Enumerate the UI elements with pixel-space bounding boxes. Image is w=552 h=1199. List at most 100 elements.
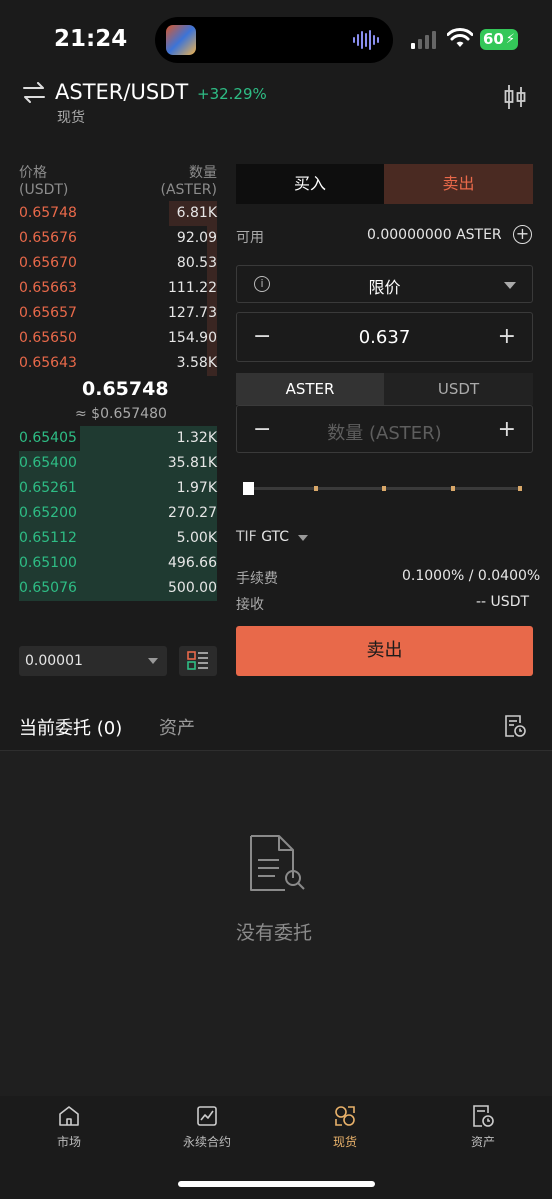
home-indicator[interactable] [178,1181,375,1187]
nav-item-assets[interactable]: 资产 [438,1104,528,1150]
swap-pair-icon[interactable] [22,82,46,104]
tif-label: TIF [236,529,257,545]
slider-tick-25[interactable] [314,486,318,491]
dynamic-island[interactable] [155,17,393,63]
nav-item-market[interactable]: 市场 [24,1104,114,1150]
ask-row[interactable]: 0.65670 80.53 [19,251,217,276]
tick-size-select[interactable]: 0.00001 [19,646,167,676]
unit-toggle-quote[interactable]: USDT [384,373,533,405]
bid-row[interactable]: 0.65261 1.97K [19,476,217,501]
ask-price: 0.65663 [19,280,77,296]
ask-row[interactable]: 0.65650 154.90 [19,326,217,351]
slider-tick-75[interactable] [451,486,455,491]
orderbook-layout-button[interactable] [179,646,217,676]
bid-price: 0.65405 [19,430,77,446]
bid-row[interactable]: 0.65200 270.27 [19,501,217,526]
empty-orders-text: 没有委托 [236,922,313,944]
ask-qty: 154.90 [168,330,217,346]
chevron-down-icon [298,535,308,541]
bid-row[interactable]: 0.65100 496.66 [19,551,217,576]
chart-icon [197,1106,217,1126]
sell-button[interactable]: 卖出 [236,626,533,676]
price-value[interactable]: 0.637 [237,327,532,348]
last-price: 0.65748 [82,378,169,400]
nav-label: 资产 [470,1135,495,1149]
ask-row[interactable]: 0.65663 111.22 [19,276,217,301]
price-input[interactable]: − 0.637 + [236,312,533,362]
audio-wave-icon [353,30,379,50]
quantity-placeholder[interactable]: 数量 (ASTER) [237,419,532,445]
ask-qty: 6.81K [176,205,217,221]
add-funds-icon[interactable]: + [513,225,532,244]
orderbook-price-unit: (USDT) [19,182,69,198]
fee-label: 手续费 [236,571,278,587]
bid-qty: 270.27 [168,505,217,521]
sell-tab[interactable]: 卖出 [384,164,533,204]
ask-qty: 92.09 [176,230,217,246]
candlestick-chart-icon[interactable] [503,84,527,110]
orderbook-price-header: 价格 [19,165,47,181]
bid-row[interactable]: 0.65400 35.81K [19,451,217,476]
price-change-percent: +32.29% [197,85,267,103]
cellular-signal-icon [411,31,436,49]
bid-qty: 500.00 [168,580,217,596]
increase-qty-icon[interactable]: + [498,417,516,442]
available-value: 0.00000000 ASTER [367,227,502,243]
ask-price: 0.65643 [19,355,77,371]
orderbook-layout-icon [187,651,208,670]
bid-price: 0.65100 [19,555,77,571]
bid-row[interactable]: 0.65076 500.00 [19,576,217,601]
home-icon [59,1106,79,1126]
ask-row[interactable]: 0.65657 127.73 [19,301,217,326]
chevron-down-icon [504,282,516,289]
wifi-icon [447,28,473,47]
nav-label: 现货 [332,1135,357,1149]
empty-document-icon [250,835,305,891]
nav-label: 市场 [56,1135,81,1149]
quantity-input[interactable]: − 数量 (ASTER) + [236,405,533,453]
tab-current-orders[interactable]: 当前委托 (0) [19,714,122,740]
ask-row[interactable]: 0.65643 3.58K [19,351,217,376]
fee-value: 0.1000% / 0.0400% [402,568,541,584]
bid-qty: 1.97K [176,480,217,496]
bid-qty: 1.32K [176,430,217,446]
order-type-select[interactable]: i 限价 [236,265,533,303]
buy-tab[interactable]: 买入 [236,164,384,204]
battery-indicator: 60 ⚡ [480,29,518,50]
market-type-label: 现货 [57,110,85,126]
charging-bolt-icon: ⚡ [505,32,515,47]
bid-price: 0.65076 [19,580,77,596]
status-time: 21:24 [54,26,128,52]
bid-row[interactable]: 0.65405 1.32K [19,426,217,451]
order-history-icon[interactable] [503,714,527,738]
bid-qty: 5.00K [176,530,217,546]
receive-value: -- USDT [476,594,530,610]
bid-price: 0.65261 [19,480,77,496]
ask-price: 0.65748 [19,205,77,221]
tab-assets[interactable]: 资产 [159,714,195,740]
ask-price: 0.65650 [19,330,77,346]
order-type-label: 限价 [368,278,401,297]
ask-qty: 111.22 [168,280,217,296]
ask-price: 0.65670 [19,255,77,271]
wallet-icon [473,1105,494,1127]
amount-slider-handle[interactable] [243,482,254,495]
pair-title[interactable]: ASTER/USDT [55,80,188,104]
increase-price-icon[interactable]: + [498,324,516,349]
nav-item-perpetual[interactable]: 永续合约 [162,1104,252,1150]
bid-row[interactable]: 0.65112 5.00K [19,526,217,551]
ask-row[interactable]: 0.65676 92.09 [19,226,217,251]
unit-toggle-base[interactable]: ASTER [236,373,384,405]
bid-qty: 496.66 [168,555,217,571]
slider-tick-50[interactable] [382,486,386,491]
nav-label: 永续合约 [182,1135,231,1149]
battery-level: 60 [483,30,504,48]
tif-select[interactable]: TIF GTC [236,529,289,545]
last-price-usd: ≈ $0.657480 [75,406,167,422]
ask-qty: 127.73 [168,305,217,321]
nav-item-spot[interactable]: 现货 [300,1104,390,1150]
orderbook-qty-unit: (ASTER) [160,182,217,198]
ask-row[interactable]: 0.65748 6.81K [19,201,217,226]
chevron-down-icon [148,658,158,664]
slider-tick-100[interactable] [518,486,522,491]
